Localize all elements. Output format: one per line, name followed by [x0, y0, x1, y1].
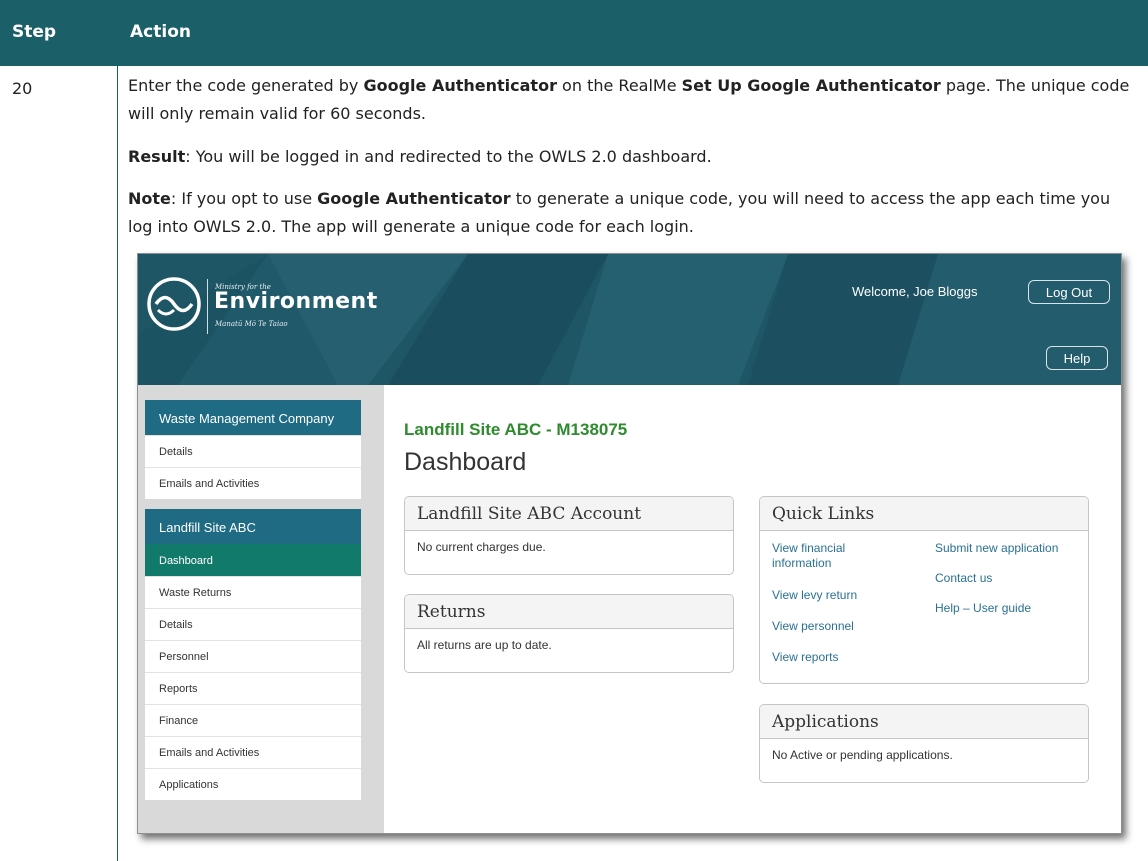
text-run: Enter the code generated by: [128, 76, 364, 95]
table-header-row: Step Action: [0, 0, 1148, 66]
sidebar-item-company-details[interactable]: Details: [145, 435, 361, 467]
sidebar-item-waste-returns[interactable]: Waste Returns: [145, 576, 361, 608]
ministry-logo-icon: [147, 277, 201, 331]
action-column-header: Action: [130, 22, 191, 42]
step-number: 20: [12, 79, 33, 98]
site-nav: Landfill Site ABC Dashboard Waste Return…: [145, 509, 361, 800]
sidebar-item-finance[interactable]: Finance: [145, 704, 361, 736]
returns-panel-body: All returns are up to date.: [417, 638, 552, 652]
returns-panel: Returns All returns are up to date.: [404, 594, 734, 673]
main-content: Landfill Site ABC - M138075 Dashboard La…: [384, 395, 1121, 833]
log-out-button[interactable]: Log Out: [1028, 280, 1110, 304]
result-paragraph: Result: You will be logged in and redire…: [128, 143, 1138, 171]
link-view-reports[interactable]: View reports: [772, 650, 838, 665]
site-banner: Ministry for the Environment Manatū Mō T…: [138, 254, 1121, 385]
text-run: : You will be logged in and redirected t…: [185, 147, 712, 166]
link-submit-new-application[interactable]: Submit new application: [935, 541, 1058, 556]
step-column-header: Step: [12, 22, 57, 42]
logo-separator: [207, 279, 208, 334]
column-divider: [117, 66, 118, 861]
bold-run: Result: [128, 147, 186, 166]
note-paragraph: Note: If you opt to use Google Authentic…: [128, 185, 1138, 241]
applications-panel-body: No Active or pending applications.: [772, 748, 953, 762]
link-help-user-guide[interactable]: Help – User guide: [935, 601, 1031, 616]
account-panel-body: No current charges due.: [417, 540, 546, 554]
help-button[interactable]: Help: [1046, 346, 1108, 370]
text-run: : If you opt to use: [170, 189, 318, 208]
text-run: on the RealMe: [556, 76, 682, 95]
link-view-levy-return[interactable]: View levy return: [772, 588, 857, 603]
link-contact-us[interactable]: Contact us: [935, 571, 992, 586]
sidebar-item-dashboard[interactable]: Dashboard: [145, 544, 361, 576]
site-title: Landfill Site ABC - M138075: [404, 420, 628, 439]
quick-links-panel: Quick Links View financial information V…: [759, 496, 1089, 684]
company-nav: Waste Management Company Details Emails …: [145, 400, 361, 499]
instruction-paragraph: Enter the code generated by Google Authe…: [128, 72, 1138, 128]
bold-run: Note: [128, 189, 171, 208]
logo-wordmark: Environment: [214, 289, 378, 314]
quick-links-heading: Quick Links: [760, 497, 1088, 531]
link-view-personnel[interactable]: View personnel: [772, 619, 854, 634]
owls-dashboard-screenshot: Ministry for the Environment Manatū Mō T…: [137, 253, 1122, 834]
welcome-message: Welcome, Joe Bloggs: [852, 284, 978, 299]
returns-panel-heading: Returns: [405, 595, 733, 629]
link-view-financial-information[interactable]: View financial information: [772, 541, 892, 571]
account-panel: Landfill Site ABC Account No current cha…: [404, 496, 734, 575]
sidebar-item-applications[interactable]: Applications: [145, 768, 361, 800]
bold-run: Set Up Google Authenticator: [681, 76, 941, 95]
sidebar-item-reports[interactable]: Reports: [145, 672, 361, 704]
bold-run: Google Authenticator: [363, 76, 557, 95]
sidebar-item-personnel[interactable]: Personnel: [145, 640, 361, 672]
bold-run: Google Authenticator: [317, 189, 511, 208]
applications-panel-heading: Applications: [760, 705, 1088, 739]
sidebar-item-company-emails[interactable]: Emails and Activities: [145, 467, 361, 499]
logo-maori-text: Manatū Mō Te Taiao: [215, 320, 288, 328]
page-title: Dashboard: [404, 448, 527, 476]
sidebar-item-emails[interactable]: Emails and Activities: [145, 736, 361, 768]
applications-panel: Applications No Active or pending applic…: [759, 704, 1089, 783]
site-nav-heading[interactable]: Landfill Site ABC: [145, 509, 361, 544]
sidebar-item-details[interactable]: Details: [145, 608, 361, 640]
account-panel-heading: Landfill Site ABC Account: [405, 497, 733, 531]
company-nav-heading[interactable]: Waste Management Company: [145, 400, 361, 435]
